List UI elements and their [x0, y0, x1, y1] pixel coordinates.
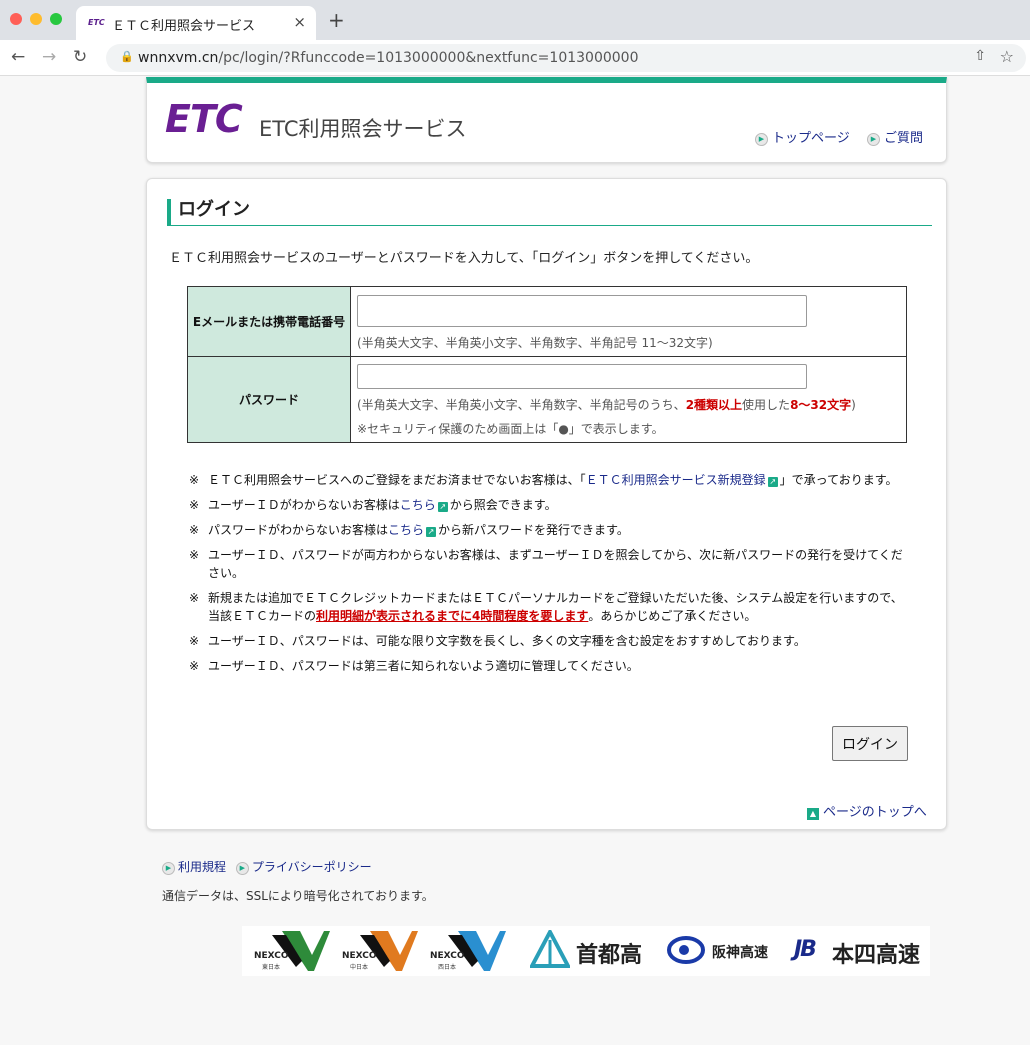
arrow-right-icon: ▶ — [867, 133, 880, 146]
list-item: ※ ユーザーＩＤ、パスワードが両方わからないお客様は、まずユーザーＩＤを照会して… — [189, 548, 903, 580]
share-icon[interactable]: ⇧ — [974, 48, 986, 64]
password-hint: (半角英大文字、半角英小文字、半角数字、半角記号のうち、2種類以上使用した8〜3… — [357, 398, 856, 412]
window-minimize-control[interactable] — [30, 13, 42, 25]
page-top-link[interactable]: ▲ ページのトップへ — [807, 801, 927, 820]
tab-title: ＥＴＣ利用照会サービス — [112, 19, 256, 34]
hanshin-mark-icon — [667, 936, 705, 964]
etc-favicon-icon: ETC — [88, 18, 105, 27]
window-zoom-control[interactable] — [50, 13, 62, 25]
browser-toolbar: ← → ↻ 🔒 wnnxvm.cn/pc/login/?Rfunccode=10… — [0, 40, 1030, 76]
shutoko-mark-icon — [528, 927, 572, 968]
notes-list: ※ ＥＴＣ利用照会サービスへのご登録をまだお済ませでないお客様は、「ＥＴＣ利用照… — [189, 471, 909, 682]
list-item: ※ ユーザーＩＤ、パスワードは、可能な限り文字数を長くし、多くの文字種を含む設定… — [189, 634, 806, 648]
external-link-icon: ↗ — [767, 477, 778, 487]
site-title: ETC利用照会サービス — [259, 117, 467, 141]
security-note: ※セキュリティ保護のため画面上は「●」で表示します。 — [357, 422, 664, 436]
hanshin-logo: 阪神高速 — [666, 930, 786, 972]
ssl-note: 通信データは、SSLにより暗号化されております。 — [162, 889, 434, 903]
list-item: ※ パスワードがわからないお客様はこちら ↗ から新パスワードを発行できます。 — [189, 523, 629, 537]
processing-time-warning: 利用明細が表示されるまでに4時間程度を要します — [316, 609, 589, 623]
email-field[interactable] — [357, 294, 807, 327]
email-hint: (半角英大文字、半角英小文字、半角数字、半角記号 11〜32文字) — [357, 335, 713, 350]
nexco-east-logo: NEXCO 東日本 — [242, 929, 330, 973]
login-panel: ログイン ＥＴＣ利用照会サービスのユーザーとパスワードを入力して、「ログイン」ボ… — [146, 178, 947, 830]
faq-link-label: ご質問 — [884, 131, 924, 146]
terms-link[interactable]: ▶ 利用規程 — [162, 860, 226, 875]
url-path: /pc/login/?Rfunccode=1013000000&nextfunc… — [218, 50, 639, 66]
list-item: ※ 新規または追加でＥＴＣクレジットカードまたはＥＴＣパーソナルカードをご登録い… — [189, 591, 903, 623]
privacy-link[interactable]: ▶ プライバシーポリシー — [235, 860, 372, 875]
close-icon[interactable]: × — [293, 13, 306, 31]
back-arrow-icon[interactable]: ← — [11, 47, 25, 67]
list-item: ※ ユーザーＩＤ、パスワードは第三者に知られないよう適切に管理してください。 — [189, 659, 639, 673]
intro-text: ＥＴＣ利用照会サービスのユーザーとパスワードを入力して、「ログイン」ボタンを押し… — [169, 251, 759, 266]
top-page-link[interactable]: ▶ トップページ — [755, 127, 850, 146]
top-page-link-label: トップページ — [772, 131, 850, 146]
nexco-west-logo: NEXCO 西日本 — [418, 929, 506, 973]
url-text[interactable]: wnnxvm.cn/pc/login/?Rfunccode=1013000000… — [138, 50, 638, 66]
forward-arrow-icon[interactable]: → — [42, 47, 56, 67]
email-label: Eメールまたは携帯電話番号 — [187, 286, 351, 357]
list-item: ※ ＥＴＣ利用照会サービスへのご登録をまだお済ませでないお客様は、「ＥＴＣ利用照… — [189, 473, 898, 487]
arrow-right-icon: ▶ — [755, 133, 768, 146]
site-header: ETC ETC利用照会サービス ▶ トップページ ▶ ご質問 — [146, 77, 947, 163]
url-host: wnnxvm.cn — [138, 50, 219, 66]
userid-lookup-link[interactable]: こちら ↗ — [400, 498, 450, 512]
honshi-logo: JB 本四高速 — [794, 937, 921, 968]
password-field[interactable] — [357, 364, 807, 389]
nexco-central-logo: NEXCO 中日本 — [330, 929, 418, 973]
password-label: パスワード — [187, 356, 351, 443]
arrow-right-icon: ▶ — [162, 862, 175, 875]
shutoko-logo: 首都高 — [528, 927, 650, 972]
address-bar[interactable]: 🔒 wnnxvm.cn/pc/login/?Rfunccode=10130000… — [106, 44, 1026, 72]
login-button[interactable]: ログイン — [832, 726, 908, 761]
faq-link[interactable]: ▶ ご質問 — [867, 127, 923, 146]
login-form: Eメールまたは携帯電話番号 (半角英大文字、半角英小文字、半角数字、半角記号 1… — [187, 286, 907, 443]
arrow-right-icon: ▶ — [235, 862, 249, 875]
arrow-up-icon: ▲ — [807, 808, 819, 820]
lock-icon[interactable]: 🔒 — [120, 50, 134, 63]
honshi-jb-icon: JB — [794, 937, 817, 962]
page-title: ログイン — [167, 199, 932, 226]
etc-logo[interactable]: ETC — [165, 100, 243, 138]
bookmark-star-icon[interactable]: ☆ — [1000, 47, 1014, 66]
partner-logos: NEXCO 東日本 NEXCO 中日本 NEXCO 西日本 首都高 阪神高速 J… — [242, 926, 930, 976]
list-item: ※ ユーザーＩＤがわからないお客様はこちら ↗ から照会できます。 — [189, 498, 557, 512]
browser-tab-bar: ETC ＥＴＣ利用照会サービス × + — [0, 0, 1030, 40]
page-top-label: ページのトップへ — [823, 805, 927, 820]
window-close-control[interactable] — [10, 13, 22, 25]
browser-tab[interactable]: ETC ＥＴＣ利用照会サービス × — [76, 6, 316, 40]
footer-links: ▶ 利用規程 ▶ プライバシーポリシー — [162, 858, 372, 875]
external-link-icon: ↗ — [437, 502, 448, 512]
external-link-icon: ↗ — [426, 527, 437, 537]
password-reset-link[interactable]: こちら ↗ — [388, 523, 438, 537]
new-registration-link[interactable]: ＥＴＣ利用照会サービス新規登録 ↗ — [586, 473, 780, 487]
reload-icon[interactable]: ↻ — [73, 47, 87, 67]
new-tab-button[interactable]: + — [328, 8, 345, 32]
